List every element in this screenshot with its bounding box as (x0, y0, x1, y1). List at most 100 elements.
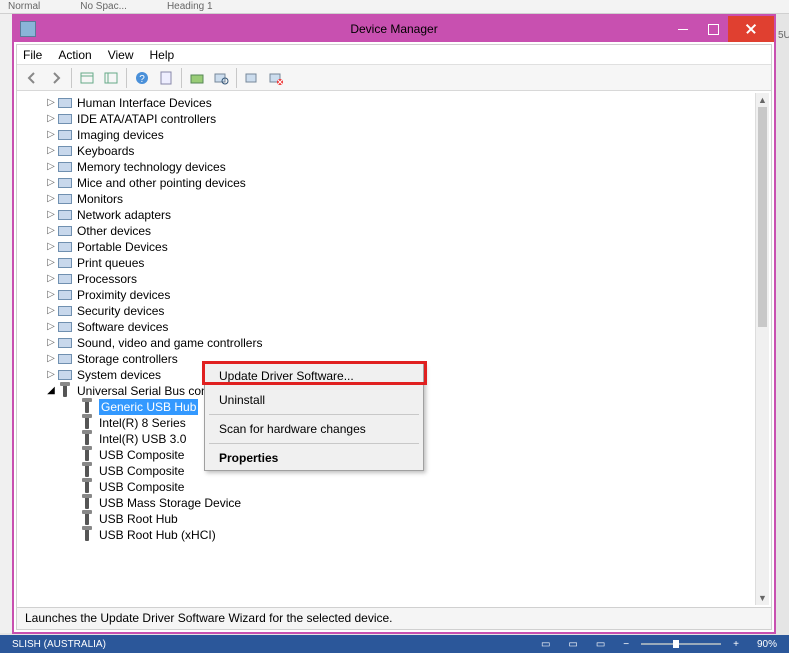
tree-device[interactable]: USB Composite (67, 479, 765, 495)
expand-arrow-icon[interactable]: ▷ (45, 143, 57, 159)
usb-device-icon (79, 447, 95, 463)
context-menu-item[interactable]: Update Driver Software... (205, 364, 423, 388)
statusbar: Launches the Update Driver Software Wiza… (17, 607, 771, 629)
word-statusbar: SLISH (AUSTRALIA) ▭ ▭ ▭ − + 90% (0, 635, 789, 653)
expand-arrow-icon[interactable]: ▷ (45, 319, 57, 335)
device-category-icon (57, 143, 73, 159)
back-button[interactable] (21, 67, 43, 89)
tree-category[interactable]: ▷Memory technology devices (45, 159, 765, 175)
close-button[interactable] (728, 16, 774, 42)
tree-category[interactable]: ▷Security devices (45, 303, 765, 319)
device-category-icon (57, 367, 73, 383)
titlebar[interactable]: Device Manager (14, 16, 774, 42)
tree-category[interactable]: ▷ Other devices (45, 223, 765, 239)
tree-category[interactable]: ▷IDE ATA/ATAPI controllers (45, 111, 765, 127)
tree-device[interactable]: USB Root Hub (xHCI) (67, 527, 765, 543)
maximize-button[interactable] (698, 16, 728, 42)
view-icon-3[interactable]: ▭ (590, 639, 611, 650)
tree-category[interactable]: ▷Network adapters (45, 207, 765, 223)
menu-help[interactable]: Help (150, 48, 175, 62)
scroll-up-icon[interactable]: ▲ (756, 93, 769, 107)
tree-label: Mice and other pointing devices (77, 175, 246, 191)
expand-arrow-icon[interactable]: ▷ (45, 127, 57, 143)
view-icon-1[interactable]: ▭ (535, 639, 556, 650)
expand-arrow-icon[interactable]: ▷ (45, 223, 57, 239)
tree-category[interactable]: ▷ Keyboards (45, 143, 765, 159)
tree-category[interactable]: ▷Sound, video and game controllers (45, 335, 765, 351)
app-icon (20, 21, 36, 37)
forward-button[interactable] (45, 67, 67, 89)
expand-arrow-icon[interactable]: ▷ (45, 175, 57, 191)
tree-category[interactable]: ▷Human Interface Devices (45, 95, 765, 111)
expand-arrow-icon[interactable]: ▷ (45, 207, 57, 223)
tb-icon-2[interactable] (100, 67, 122, 89)
scroll-thumb[interactable] (758, 107, 767, 327)
tree-label: USB Composite (99, 479, 184, 495)
zoom-out-button[interactable]: − (617, 639, 635, 650)
language-indicator[interactable]: SLISH (AUSTRALIA) (6, 639, 112, 650)
device-category-icon (57, 175, 73, 191)
menu-separator (209, 414, 419, 415)
expand-arrow-icon[interactable]: ▷ (45, 287, 57, 303)
usb-device-icon (79, 415, 95, 431)
expand-arrow-icon[interactable]: ▷ (45, 271, 57, 287)
tb-update-icon[interactable] (186, 67, 208, 89)
expand-arrow-icon[interactable]: ▷ (45, 159, 57, 175)
expand-arrow-icon[interactable]: ▷ (45, 95, 57, 111)
tree-label: Keyboards (77, 143, 134, 159)
view-icon-2[interactable]: ▭ (562, 639, 583, 650)
zoom-in-button[interactable]: + (727, 639, 745, 650)
tree-label: Other devices (77, 223, 151, 239)
menu-file[interactable]: File (23, 48, 42, 62)
menu-view[interactable]: View (108, 48, 134, 62)
menu-action[interactable]: Action (58, 48, 91, 62)
tree-label: Imaging devices (77, 127, 164, 143)
tree-device[interactable]: USB Mass Storage Device (67, 495, 765, 511)
expand-arrow-icon[interactable]: ▷ (45, 351, 57, 367)
expand-arrow-icon[interactable]: ▷ (45, 239, 57, 255)
zoom-percent[interactable]: 90% (751, 639, 783, 650)
context-menu-item[interactable]: Uninstall (205, 388, 423, 412)
device-tree[interactable]: ▷Human Interface Devices▷IDE ATA/ATAPI c… (17, 91, 771, 607)
background-ribbon: NormalNo Spac...Heading 1 (0, 0, 789, 14)
tree-category[interactable]: ▷Print queues (45, 255, 765, 271)
zoom-slider[interactable] (641, 643, 721, 645)
expand-arrow-icon[interactable]: ▷ (45, 367, 57, 383)
tb-disable-icon[interactable] (265, 67, 287, 89)
tb-help-icon[interactable]: ? (131, 67, 153, 89)
scroll-down-icon[interactable]: ▼ (756, 591, 769, 605)
context-menu-item[interactable]: Properties (205, 446, 423, 470)
tree-device[interactable]: USB Root Hub (67, 511, 765, 527)
tree-category[interactable]: ▷Monitors (45, 191, 765, 207)
device-category-icon (57, 223, 73, 239)
minimize-button[interactable] (668, 16, 698, 42)
tree-label: Portable Devices (77, 239, 168, 255)
vertical-scrollbar[interactable]: ▲ ▼ (755, 93, 769, 605)
context-menu-item[interactable]: Scan for hardware changes (205, 417, 423, 441)
tree-label: USB Composite (99, 463, 184, 479)
tb-props-icon[interactable] (155, 67, 177, 89)
tb-scan-icon[interactable] (210, 67, 232, 89)
tree-category[interactable]: ▷ Imaging devices (45, 127, 765, 143)
tree-category[interactable]: ▷Software devices (45, 319, 765, 335)
expand-arrow-icon[interactable]: ▷ (45, 255, 57, 271)
expand-arrow-icon[interactable]: ▷ (45, 111, 57, 127)
expand-arrow-icon[interactable]: ▷ (45, 191, 57, 207)
tree-category[interactable]: ▷ Processors (45, 271, 765, 287)
tree-label: USB Composite (99, 447, 184, 463)
tree-label: USB Mass Storage Device (99, 495, 241, 511)
tree-category[interactable]: ▷ Mice and other pointing devices (45, 175, 765, 191)
expand-arrow-icon[interactable]: ▷ (45, 303, 57, 319)
expand-arrow-icon[interactable]: ▷ (45, 335, 57, 351)
tree-category[interactable]: ▷ Portable Devices (45, 239, 765, 255)
tb-icon-1[interactable] (76, 67, 98, 89)
tree-category[interactable]: ▷ Proximity devices (45, 287, 765, 303)
tree-label: System devices (77, 367, 161, 383)
device-category-icon (57, 335, 73, 351)
tb-uninstall-icon[interactable] (241, 67, 263, 89)
tree-label: Processors (77, 271, 137, 287)
usb-device-icon (79, 431, 95, 447)
window-title: Device Manager (350, 22, 437, 36)
tree-label: Proximity devices (77, 287, 170, 303)
collapse-arrow-icon[interactable]: ◢ (45, 383, 57, 399)
